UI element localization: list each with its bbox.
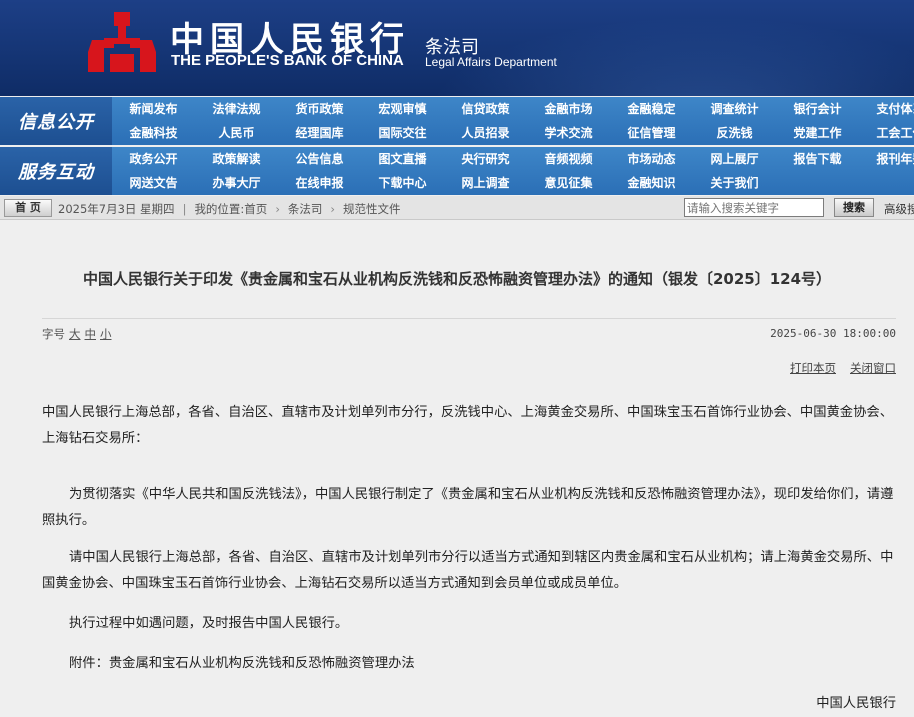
info-nav-row-2: 金融科技 人民币 经理国库 国际交往 人员招录 学术交流 征信管理 反洗钱 党建… xyxy=(112,121,914,145)
body-paragraph-1: 为贯彻落实《中华人民共和国反洗钱法》，中国人民银行制定了《贵金属和宝石从业机构反… xyxy=(42,487,894,528)
nav-item[interactable]: 银行会计 xyxy=(776,97,859,121)
search-input[interactable] xyxy=(684,198,824,217)
publish-datetime: 2025-06-30 18:00:00 xyxy=(770,327,896,340)
nav-item[interactable]: 网上展厅 xyxy=(693,147,776,171)
nav-item[interactable]: 征信管理 xyxy=(610,121,693,145)
home-button[interactable]: 首 页 xyxy=(4,199,52,217)
nav-item[interactable]: 报刊年鉴 xyxy=(859,147,914,171)
department-name-en: Legal Affairs Department xyxy=(425,55,557,69)
nav-item[interactable]: 市场动态 xyxy=(610,147,693,171)
breadcrumb-location[interactable]: 我的位置:首页 xyxy=(194,202,267,216)
nav-item[interactable]: 金融稳定 xyxy=(610,97,693,121)
article-actions: 打印本页 关闭窗口 xyxy=(776,360,896,376)
body-paragraph-2: 请中国人民银行上海总部，各省、自治区、直辖市及计划单列市分行以适当方式通知到辖区… xyxy=(42,550,894,591)
service-nav-row-2: 网送文告 办事大厅 在线申报 下载中心 网上调查 意见征集 金融知识 关于我们 xyxy=(112,171,776,195)
chevron-right-icon: › xyxy=(330,202,336,216)
font-small-link[interactable]: 小 xyxy=(100,327,112,341)
service-nav: 服务互动 政务公开 政策解读 公告信息 图文直播 央行研究 音频视频 市场动态 … xyxy=(0,147,914,195)
separator: | xyxy=(182,202,187,216)
nav-item[interactable]: 经理国库 xyxy=(278,121,361,145)
nav-item[interactable]: 下载中心 xyxy=(361,171,444,195)
nav-item[interactable]: 政策解读 xyxy=(195,147,278,171)
nav-item[interactable]: 调查统计 xyxy=(693,97,776,121)
nav-item[interactable]: 公告信息 xyxy=(278,147,361,171)
search-button[interactable]: 搜索 xyxy=(834,198,874,217)
nav-item[interactable]: 党建工作 xyxy=(776,121,859,145)
nav-item[interactable]: 意见征集 xyxy=(527,171,610,195)
nav-item[interactable]: 金融科技 xyxy=(112,121,195,145)
attachment-line[interactable]: 附件：贵金属和宝石从业机构反洗钱和反恐怖融资管理办法 xyxy=(42,651,897,677)
nav-item[interactable]: 信贷政策 xyxy=(444,97,527,121)
chevron-right-icon: › xyxy=(275,202,280,216)
nav-item[interactable]: 图文直播 xyxy=(361,147,444,171)
breadcrumb: 2025年7月3日 星期四 | 我的位置:首页 › 条法司 › 规范性文件 xyxy=(58,201,401,217)
nav-item[interactable]: 新闻发布 xyxy=(112,97,195,121)
recipients-paragraph: 中国人民银行上海总部，各省、自治区、直辖市及计划单列市分行，反洗钱中心、上海黄金… xyxy=(42,405,893,446)
font-size-controls: 字号大中小 xyxy=(42,326,112,342)
info-nav-row-1: 新闻发布 法律法规 货币政策 宏观审慎 信贷政策 金融市场 金融稳定 调查统计 … xyxy=(112,97,914,121)
nav-item[interactable]: 办事大厅 xyxy=(195,171,278,195)
print-link[interactable]: 打印本页 xyxy=(790,361,836,375)
site-header: 中国人民银行 THE PEOPLE'S BANK OF CHINA 条法司 Le… xyxy=(0,0,914,96)
nav-item[interactable]: 政务公开 xyxy=(112,147,195,171)
body-paragraph-3: 执行过程中如遇问题，及时报告中国人民银行。 xyxy=(69,616,349,631)
bank-name-en: THE PEOPLE'S BANK OF CHINA xyxy=(171,52,404,69)
info-nav-title: 信息公开 xyxy=(0,97,112,145)
service-nav-title: 服务互动 xyxy=(0,147,112,195)
nav-item[interactable]: 音频视频 xyxy=(527,147,610,171)
nav-item[interactable]: 关于我们 xyxy=(693,171,776,195)
service-nav-row-1: 政务公开 政策解读 公告信息 图文直播 央行研究 音频视频 市场动态 网上展厅 … xyxy=(112,147,914,171)
nav-item[interactable]: 网上调查 xyxy=(444,171,527,195)
article-title: 中国人民银行关于印发《贵金属和宝石从业机构反洗钱和反恐怖融资管理办法》的通知（银… xyxy=(82,270,832,288)
nav-item[interactable]: 金融市场 xyxy=(527,97,610,121)
font-medium-link[interactable]: 中 xyxy=(85,327,97,341)
nav-item[interactable]: 反洗钱 xyxy=(693,121,776,145)
nav-item[interactable]: 货币政策 xyxy=(278,97,361,121)
breadcrumb-level-1[interactable]: 条法司 xyxy=(288,202,323,216)
nav-item[interactable]: 金融知识 xyxy=(610,171,693,195)
font-size-label: 字号 xyxy=(42,327,65,341)
breadcrumb-level-2[interactable]: 规范性文件 xyxy=(343,202,401,216)
close-window-link[interactable]: 关闭窗口 xyxy=(850,361,896,375)
nav-item[interactable]: 支付体系 xyxy=(859,97,914,121)
nav-item[interactable]: 央行研究 xyxy=(444,147,527,171)
pboc-logo-icon[interactable] xyxy=(84,10,160,76)
advanced-search-link[interactable]: 高级搜索 xyxy=(884,201,914,217)
nav-item[interactable]: 网送文告 xyxy=(112,171,195,195)
nav-item[interactable]: 法律法规 xyxy=(195,97,278,121)
nav-item[interactable]: 宏观审慎 xyxy=(361,97,444,121)
nav-item[interactable]: 在线申报 xyxy=(278,171,361,195)
nav-item[interactable]: 报告下载 xyxy=(776,147,859,171)
divider xyxy=(42,318,896,319)
issuer-signature: 中国人民银行 xyxy=(816,696,896,711)
nav-item[interactable]: 人民币 xyxy=(195,121,278,145)
breadcrumb-bar: 首 页 2025年7月3日 星期四 | 我的位置:首页 › 条法司 › 规范性文件 搜索 高… xyxy=(0,196,914,220)
nav-item[interactable]: 人员招录 xyxy=(444,121,527,145)
current-date: 2025年7月3日 星期四 xyxy=(58,202,175,216)
nav-item[interactable]: 学术交流 xyxy=(527,121,610,145)
font-large-link[interactable]: 大 xyxy=(69,327,81,341)
nav-item[interactable]: 工会工作 xyxy=(859,121,914,145)
info-nav: 信息公开 新闻发布 法律法规 货币政策 宏观审慎 信贷政策 金融市场 金融稳定 … xyxy=(0,97,914,145)
nav-item[interactable]: 国际交往 xyxy=(361,121,444,145)
